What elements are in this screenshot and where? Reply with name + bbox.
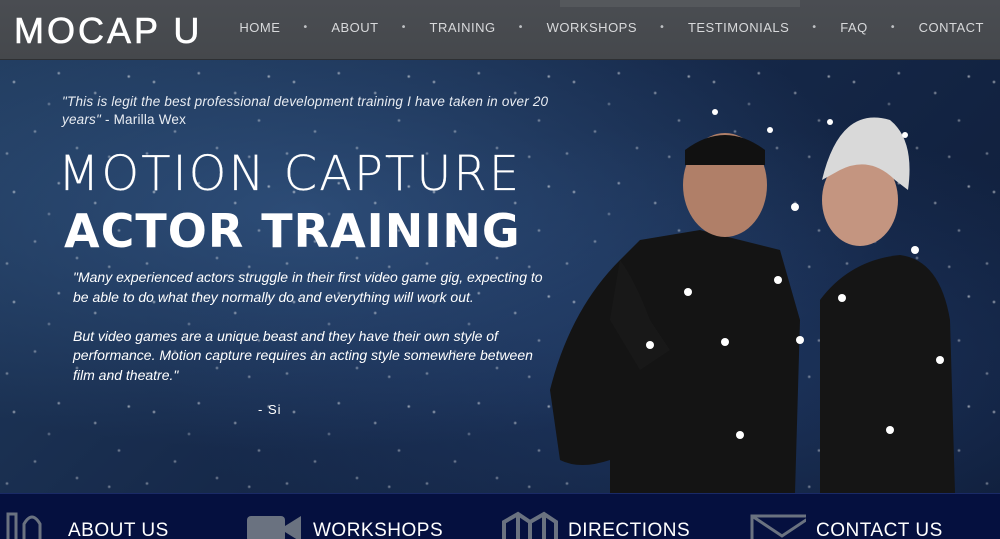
link-label: DIRECTIONS <box>568 520 691 539</box>
nav-separator: • <box>811 22 818 33</box>
hero-title-line2: ACTOR TRAINING <box>64 204 521 258</box>
about-icon <box>6 512 42 539</box>
site-logo[interactable]: MOCAP U <box>14 10 202 52</box>
nav-separator: • <box>889 22 896 33</box>
nav-home[interactable]: HOME <box>239 20 280 35</box>
nav-workshops[interactable]: WORKSHOPS <box>547 20 637 35</box>
nav-testimonials[interactable]: TESTIMONIALS <box>688 20 789 35</box>
bottom-quick-links: ABOUT US WORKSHOPS DIRECTIONS CONTACT US <box>0 493 1000 539</box>
nav-training[interactable]: TRAINING <box>430 20 496 35</box>
mocap-actors-image <box>550 60 1000 493</box>
envelope-icon <box>750 514 806 539</box>
quote-signoff: - Si <box>258 402 282 417</box>
link-about-us[interactable]: ABOUT US <box>0 508 169 539</box>
testimonial-author: - Marilla Wex <box>101 112 187 127</box>
nav-separator: • <box>400 22 407 33</box>
link-label: ABOUT US <box>68 520 169 539</box>
main-nav: HOME • ABOUT • TRAINING • WORKSHOPS • TE… <box>239 20 984 35</box>
map-icon <box>502 511 558 539</box>
quote-paragraph-2: But video games are a unique beast and t… <box>73 327 533 383</box>
hero-testimonial: "This is legit the best professional dev… <box>62 93 582 129</box>
hero-title-line1: MOTION CAPTURE <box>58 146 522 202</box>
header-tab-accent <box>560 0 800 7</box>
site-header: MOCAP U HOME • ABOUT • TRAINING • WORKSH… <box>0 0 1000 60</box>
nav-separator: • <box>659 22 665 33</box>
link-label: CONTACT US <box>816 520 943 539</box>
link-workshops[interactable]: WORKSHOPS <box>245 508 443 539</box>
hero-body-quote: "Many experienced actors struggle in the… <box>73 268 543 405</box>
quote-paragraph-1: "Many experienced actors struggle in the… <box>73 269 543 305</box>
hero-banner: "This is legit the best professional dev… <box>0 60 1000 493</box>
nav-about[interactable]: ABOUT <box>331 20 378 35</box>
nav-faq[interactable]: FAQ <box>840 20 868 35</box>
nav-separator: • <box>517 22 524 33</box>
link-label: WORKSHOPS <box>313 520 444 539</box>
nav-separator: • <box>302 22 309 33</box>
link-directions[interactable]: DIRECTIONS <box>500 508 690 539</box>
nav-contact[interactable]: CONTACT <box>919 20 984 35</box>
video-camera-icon <box>247 516 301 539</box>
link-contact-us[interactable]: CONTACT US <box>748 508 943 539</box>
